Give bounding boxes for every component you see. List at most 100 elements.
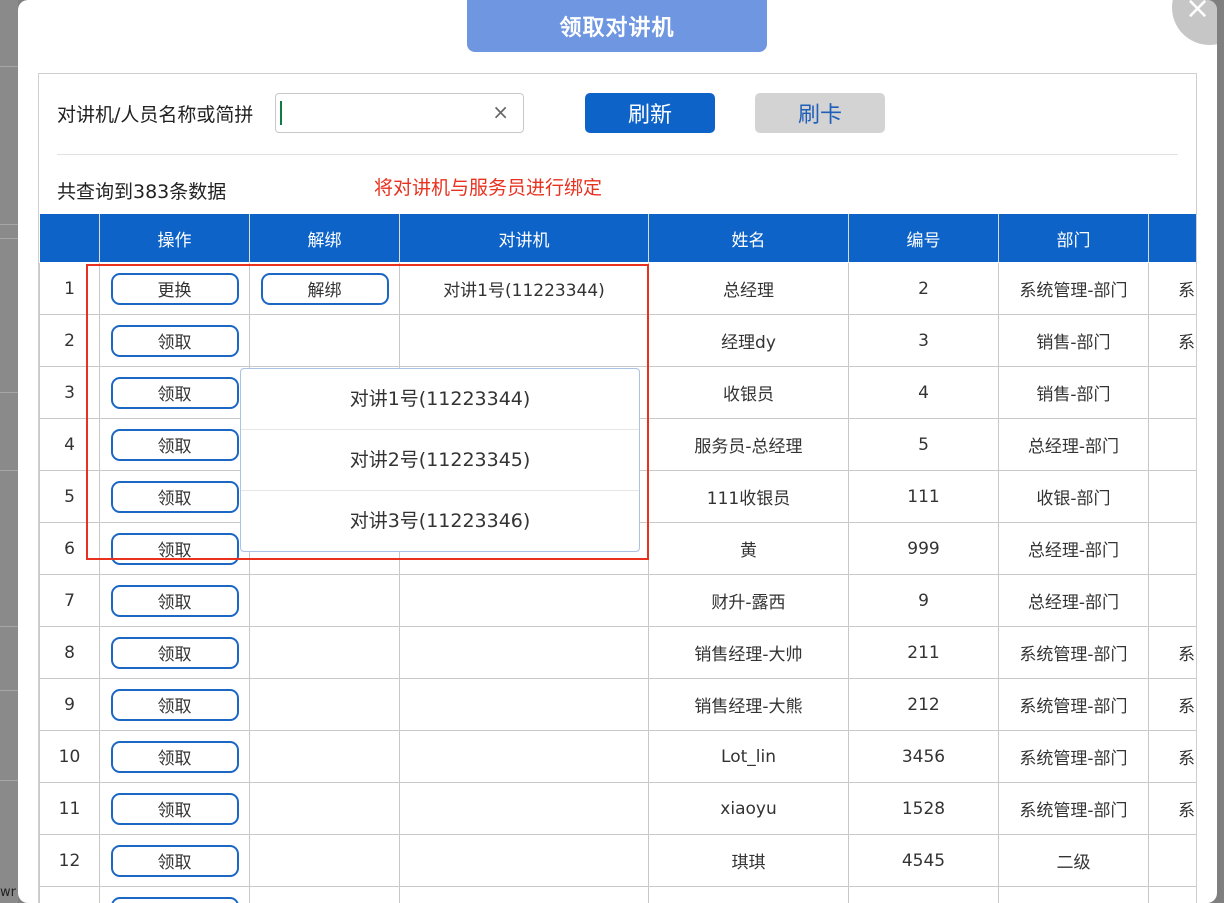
action-cell: 领取 [99,522,250,575]
result-count: 共查询到383条数据 [57,181,227,203]
close-button[interactable]: × [1172,0,1217,45]
table-scroll-area[interactable]: 操作 解绑 对讲机 姓名 编号 部门 1 更换 解绑 对讲1号(11223344) 总经… [39,214,1196,903]
action-cell: 领取 [99,366,250,419]
row-index: 5 [39,470,100,523]
action-button[interactable]: 领取 [110,532,239,565]
department-cell: 总经理-部门 [998,418,1149,471]
action-button[interactable]: 领取 [110,688,239,721]
action-cell: 领取 [99,418,250,471]
unbind-cell [249,782,400,835]
close-icon: × [1185,0,1211,26]
action-cell: 更换 [99,263,250,315]
header-extra [1148,214,1196,262]
table-row: 11 领取 xiaoyu 1528 系统管理-部门系 [39,782,1196,835]
extra-cell [1148,470,1196,523]
swipe-card-button[interactable]: 刷卡 [755,93,885,133]
action-button[interactable]: 领取 [110,896,239,903]
radio-cell [399,886,649,903]
action-cell: 领取 [99,678,250,731]
department-cell: 系统管理-部门 [998,678,1149,731]
table-row: 1 更换 解绑 对讲1号(11223344) 总经理 2 系统管理-部门系 [39,263,1196,315]
action-cell: 领取 [99,470,250,523]
action-cell: 领取 [99,782,250,835]
action-cell: 领取 [99,730,250,783]
unbind-cell [249,626,400,679]
radio-cell [399,626,649,679]
action-cell: 领取 [99,314,250,367]
dropdown-option[interactable]: 对讲2号(11223345) [241,430,639,491]
radio-dropdown[interactable]: 对讲1号(11223344) 对讲2号(11223345) 对讲3号(11223… [240,368,640,552]
search-input[interactable]: × [275,93,524,133]
dropdown-option[interactable]: 对讲3号(11223346) [241,491,639,551]
name-cell: 111收银员 [648,470,849,523]
action-button[interactable]: 领取 [110,428,239,461]
department-cell: 系统管理-部门 [998,626,1149,679]
action-button[interactable]: 更换 [110,272,239,305]
unbind-cell [249,678,400,731]
name-cell: 琪琪 [648,834,849,887]
action-button[interactable]: 领取 [110,792,239,825]
action-cell: 领取 [99,574,250,627]
code-cell: 212 [848,678,999,731]
binding-note: 将对讲机与服务员进行绑定 [374,177,603,199]
table-row: 8 领取 销售经理-大帅 211 系统管理-部门系 [39,626,1196,679]
department-cell: 销售-部门 [998,366,1149,419]
name-cell: wd12 [648,886,849,903]
header-index [39,214,100,262]
action-button[interactable]: 领取 [110,480,239,513]
name-cell: 销售经理-大熊 [648,678,849,731]
header-name: 姓名 [648,214,849,262]
action-button[interactable]: 领取 [110,324,239,357]
unbind-cell [249,730,400,783]
divider [57,154,1178,155]
extra-cell: 系 [1148,678,1196,731]
table-row: 12 领取 琪琪 4545 二级 [39,834,1196,887]
extra-cell [1148,574,1196,627]
radio-cell [399,834,649,887]
department-cell: 总经理-部门 [998,574,1149,627]
unbind-button[interactable]: 解绑 [260,272,389,305]
dropdown-option[interactable]: 对讲1号(11223344) [241,369,639,430]
row-index: 13 [39,886,100,903]
code-cell: 3 [848,314,999,367]
extra-cell: 系 [1148,730,1196,783]
refresh-button[interactable]: 刷新 [585,93,715,133]
header-action: 操作 [99,214,250,262]
extra-cell [1148,834,1196,887]
background-truncated-text: wr [0,885,16,900]
action-button[interactable]: 领取 [110,844,239,877]
row-index: 8 [39,626,100,679]
name-cell: 经理dy [648,314,849,367]
clear-icon[interactable]: × [492,100,509,124]
code-cell: 3456 [848,730,999,783]
department-cell: 系统管理-部门 [998,263,1149,315]
name-cell: 服务员-总经理 [648,418,849,471]
code-cell: 4 [848,366,999,419]
unbind-cell: 解绑 [249,263,400,315]
row-index: 7 [39,574,100,627]
action-button[interactable]: 领取 [110,376,239,409]
unbind-cell [249,834,400,887]
action-button[interactable]: 领取 [110,740,239,773]
table-row: 7 领取 财升-露西 9 总经理-部门 [39,574,1196,627]
department-cell: 总经理-部门 [998,522,1149,575]
code-cell: 1528 [848,782,999,835]
radio-cell [399,730,649,783]
code-cell: 2 [848,263,999,315]
code-cell: 211 [848,626,999,679]
table-row: 13 领取 wd12678658二级 [39,886,1196,903]
action-button[interactable]: 领取 [110,584,239,617]
radio-cell: 对讲1号(11223344) [399,263,649,315]
extra-cell [1148,522,1196,575]
text-caret [280,101,282,125]
code-cell: 5 [848,418,999,471]
action-cell: 领取 [99,834,250,887]
radio-cell [399,782,649,835]
unbind-cell [249,314,400,367]
header-code: 编号 [848,214,999,262]
background-page-strip [0,0,18,903]
name-cell: 收银员 [648,366,849,419]
action-button[interactable]: 领取 [110,636,239,669]
name-cell: 销售经理-大帅 [648,626,849,679]
unbind-cell [249,574,400,627]
